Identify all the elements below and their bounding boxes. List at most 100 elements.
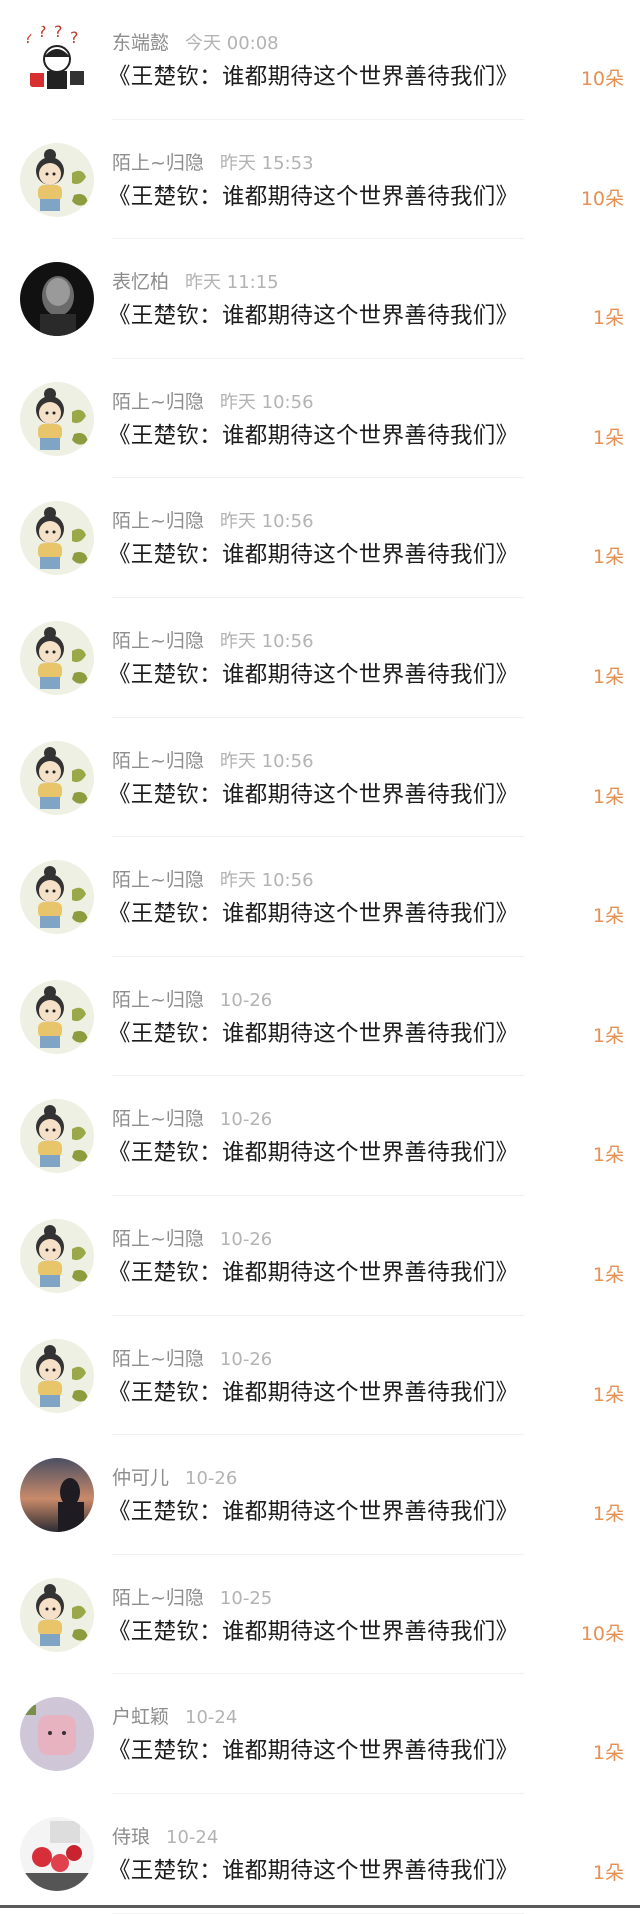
cartoon-girl-avatar[interactable] — [20, 979, 94, 1054]
pink-plush-avatar[interactable] — [20, 1697, 94, 1772]
user-name[interactable]: 户虹颖 — [112, 1706, 169, 1728]
user-name[interactable]: 陌上~归隐 — [112, 989, 204, 1011]
item-meta: 陌上~归隐 昨天 10:56 — [112, 389, 314, 415]
list-item[interactable]: 表忆柏 昨天 11:15 《王楚钦：谁都期待这个世界善待我们》 1朵 — [0, 239, 640, 359]
row-divider — [112, 1912, 524, 1914]
item-meta: 陌上~归隐 10-26 — [112, 1346, 272, 1372]
sunset-silhouette-avatar[interactable] — [20, 1458, 94, 1533]
item-time: 10-26 — [219, 1228, 273, 1250]
article-title[interactable]: 《王楚钦：谁都期待这个世界善待我们》 — [108, 299, 518, 333]
article-title[interactable]: 《王楚钦：谁都期待这个世界善待我们》 — [108, 1017, 518, 1051]
list-item[interactable]: 陌上~归隐 昨天 10:56 《王楚钦：谁都期待这个世界善待我们》 1朵 — [0, 478, 640, 598]
item-time: 昨天 10:56 — [219, 511, 314, 533]
user-name[interactable]: 陌上~归隐 — [112, 630, 204, 652]
list-item[interactable]: 陌上~归隐 10-26 《王楚钦：谁都期待这个世界善待我们》 1朵 — [0, 1076, 640, 1196]
flower-count: 1朵 — [592, 1144, 624, 1167]
cartoon-girl-avatar[interactable] — [20, 1577, 94, 1652]
user-name[interactable]: 陌上~归隐 — [112, 391, 204, 413]
user-name[interactable]: 陌上~归隐 — [112, 869, 204, 891]
article-title[interactable]: 《王楚钦：谁都期待这个世界善待我们》 — [108, 60, 518, 94]
question-marks-avatar[interactable]: ???? — [20, 23, 94, 97]
item-time: 10-26 — [219, 1348, 273, 1370]
list-item[interactable]: ???? 东端懿 今天 00:08 《王楚钦：谁都期待这个世界善待我们》 10朵 — [0, 0, 640, 120]
article-title[interactable]: 《王楚钦：谁都期待这个世界善待我们》 — [108, 180, 518, 214]
list-item[interactable]: 仲可儿 10-26 《王楚钦：谁都期待这个世界善待我们》 1朵 — [0, 1435, 640, 1555]
item-meta: 陌上~归隐 昨天 10:56 — [112, 628, 314, 654]
item-time: 10-25 — [219, 1587, 273, 1609]
list-item[interactable]: 陌上~归隐 10-25 《王楚钦：谁都期待这个世界善待我们》 10朵 — [0, 1555, 640, 1675]
user-name[interactable]: 陌上~归隐 — [112, 510, 204, 532]
article-title[interactable]: 《王楚钦：谁都期待这个世界善待我们》 — [108, 658, 518, 692]
item-meta: 陌上~归隐 10-26 — [112, 1106, 272, 1132]
user-name[interactable]: 仲可儿 — [112, 1467, 169, 1489]
user-name[interactable]: 侍琅 — [112, 1826, 150, 1848]
item-meta: 仲可儿 10-26 — [112, 1465, 237, 1491]
user-name[interactable]: 陌上~归隐 — [112, 1587, 204, 1609]
dark-portrait-avatar[interactable] — [20, 262, 94, 337]
svg-text:?: ? — [70, 28, 79, 47]
red-floral-avatar[interactable] — [20, 1816, 94, 1891]
user-name[interactable]: 陌上~归隐 — [112, 1348, 204, 1370]
item-meta: 陌上~归隐 昨天 10:56 — [112, 508, 314, 534]
article-title[interactable]: 《王楚钦：谁都期待这个世界善待我们》 — [108, 778, 518, 812]
item-time: 10-26 — [185, 1468, 238, 1490]
item-meta: 陌上~归隐 昨天 10:56 — [112, 867, 314, 893]
flower-count: 10朵 — [580, 68, 624, 90]
article-title[interactable]: 《王楚钦：谁都期待这个世界善待我们》 — [108, 897, 518, 931]
flower-count: 1朵 — [592, 426, 624, 449]
list-item[interactable]: 陌上~归隐 昨天 10:56 《王楚钦：谁都期待这个世界善待我们》 1朵 — [0, 837, 640, 957]
cartoon-girl-avatar[interactable] — [20, 1218, 94, 1293]
cartoon-girl-avatar[interactable] — [20, 501, 94, 576]
cartoon-girl-avatar[interactable] — [20, 1099, 94, 1174]
item-time: 昨天 10:56 — [219, 750, 314, 772]
cartoon-girl-avatar[interactable] — [20, 142, 94, 217]
flower-count: 10朵 — [580, 1622, 624, 1645]
list-item[interactable]: 陌上~归隐 10-26 《王楚钦：谁都期待这个世界善待我们》 1朵 — [0, 1196, 640, 1316]
article-title[interactable]: 《王楚钦：谁都期待这个世界善待我们》 — [108, 419, 518, 453]
article-title[interactable]: 《王楚钦：谁都期待这个世界善待我们》 — [108, 1615, 518, 1649]
article-title[interactable]: 《王楚钦：谁都期待这个世界善待我们》 — [108, 1376, 518, 1410]
list-item[interactable]: 陌上~归隐 昨天 10:56 《王楚钦：谁都期待这个世界善待我们》 1朵 — [0, 359, 640, 479]
flower-count: 1朵 — [592, 1503, 624, 1526]
svg-text:?: ? — [24, 28, 33, 47]
article-title[interactable]: 《王楚钦：谁都期待这个世界善待我们》 — [108, 1136, 518, 1170]
user-name[interactable]: 表忆柏 — [112, 271, 169, 293]
cartoon-girl-avatar[interactable] — [20, 740, 94, 815]
list-item[interactable]: 陌上~归隐 昨天 10:56 《王楚钦：谁都期待这个世界善待我们》 1朵 — [0, 598, 640, 718]
flower-count: 1朵 — [592, 905, 624, 928]
list-item[interactable]: 户虹颖 10-24 《王楚钦：谁都期待这个世界善待我们》 1朵 — [0, 1674, 640, 1794]
cartoon-girl-avatar[interactable] — [20, 620, 94, 695]
user-name[interactable]: 陌上~归隐 — [112, 1108, 204, 1130]
list-item[interactable]: 侍琅 10-24 《王楚钦：谁都期待这个世界善待我们》 1朵 — [0, 1794, 640, 1914]
item-meta: 表忆柏 昨天 11:15 — [112, 269, 279, 295]
item-meta: 侍琅 10-24 — [112, 1824, 218, 1850]
cartoon-girl-avatar[interactable] — [20, 381, 94, 456]
user-name[interactable]: 陌上~归隐 — [112, 750, 204, 772]
gift-record-list: ???? 东端懿 今天 00:08 《王楚钦：谁都期待这个世界善待我们》 10朵 … — [0, 0, 640, 1914]
article-title[interactable]: 《王楚钦：谁都期待这个世界善待我们》 — [108, 1495, 518, 1529]
item-time: 昨天 10:56 — [219, 870, 314, 892]
cartoon-girl-avatar[interactable] — [20, 1338, 94, 1413]
flower-count: 1朵 — [592, 1383, 624, 1406]
svg-text:?: ? — [54, 23, 63, 41]
cartoon-girl-avatar[interactable] — [20, 860, 94, 935]
item-time: 今天 00:08 — [185, 33, 279, 54]
item-meta: 陌上~归隐 10-25 — [112, 1585, 272, 1611]
user-name[interactable]: 东端懿 — [112, 32, 169, 54]
item-time: 昨天 11:15 — [185, 272, 279, 294]
svg-text:?: ? — [38, 23, 47, 41]
user-name[interactable]: 陌上~归隐 — [112, 1228, 204, 1250]
list-item[interactable]: 陌上~归隐 10-26 《王楚钦：谁都期待这个世界善待我们》 1朵 — [0, 957, 640, 1077]
item-meta: 户虹颖 10-24 — [112, 1704, 237, 1730]
article-title[interactable]: 《王楚钦：谁都期待这个世界善待我们》 — [108, 538, 518, 572]
item-time: 10-24 — [185, 1707, 238, 1729]
list-item[interactable]: 陌上~归隐 10-26 《王楚钦：谁都期待这个世界善待我们》 1朵 — [0, 1316, 640, 1436]
user-name[interactable]: 陌上~归隐 — [112, 152, 204, 174]
article-title[interactable]: 《王楚钦：谁都期待这个世界善待我们》 — [108, 1256, 518, 1290]
article-title[interactable]: 《王楚钦：谁都期待这个世界善待我们》 — [108, 1854, 518, 1888]
item-time: 10-26 — [219, 989, 273, 1011]
list-item[interactable]: 陌上~归隐 昨天 15:53 《王楚钦：谁都期待这个世界善待我们》 10朵 — [0, 120, 640, 240]
list-item[interactable]: 陌上~归隐 昨天 10:56 《王楚钦：谁都期待这个世界善待我们》 1朵 — [0, 718, 640, 838]
flower-count: 1朵 — [592, 665, 624, 688]
article-title[interactable]: 《王楚钦：谁都期待这个世界善待我们》 — [108, 1734, 518, 1768]
